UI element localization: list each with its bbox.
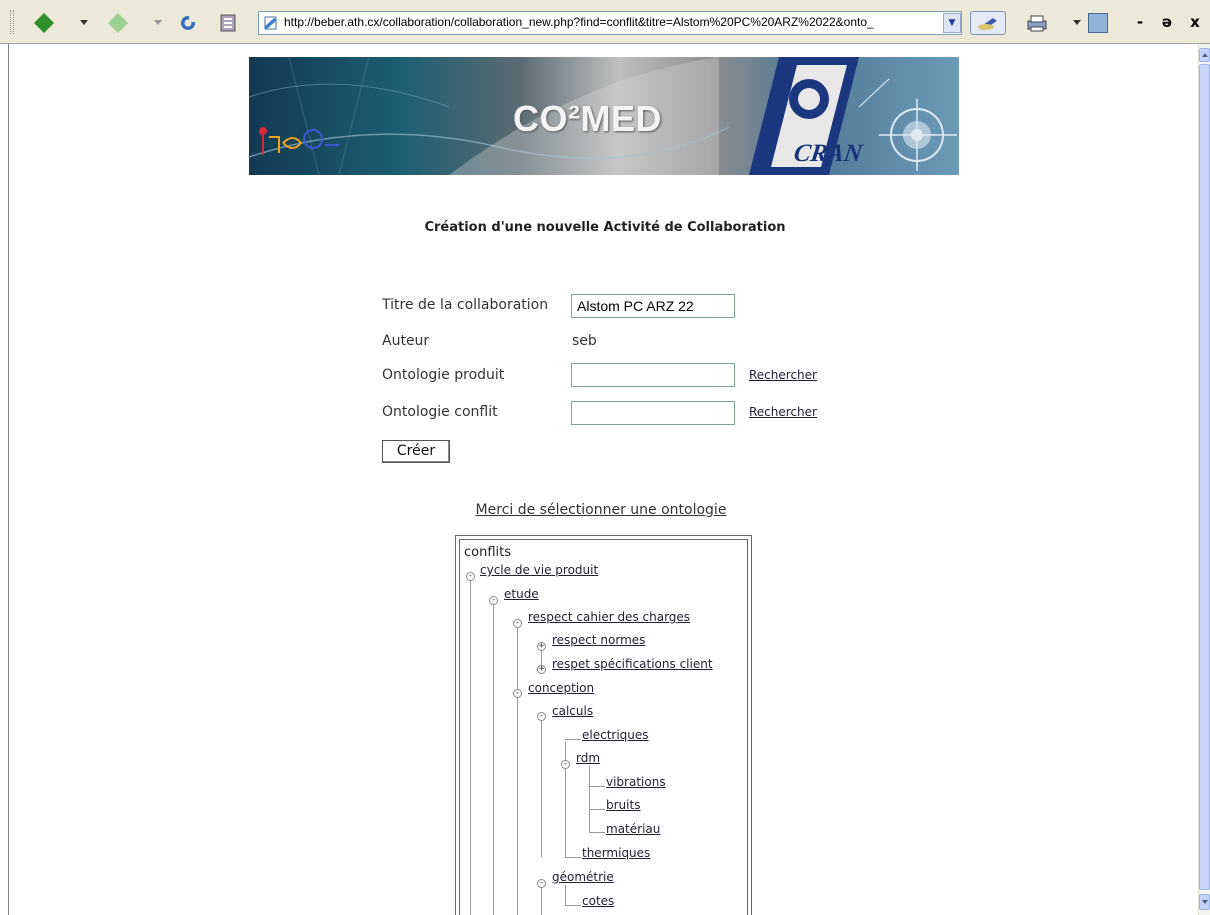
forward-icon[interactable]	[108, 13, 128, 33]
collapse-toggle-icon[interactable]: -	[513, 689, 522, 698]
ontologie-produit-input[interactable]	[571, 363, 735, 387]
expand-toggle-icon[interactable]: +	[537, 642, 546, 651]
tree-line	[589, 809, 605, 810]
address-bar[interactable]: http://beber.ath.cx/collaboration/collab…	[258, 11, 962, 35]
tree-line	[565, 739, 581, 740]
tree-line	[517, 625, 518, 692]
creer-button[interactable]: Créer	[382, 440, 450, 463]
tree-node-respect-normes[interactable]: respect normes	[552, 633, 645, 647]
page-title: Création d'une nouvelle Activité de Coll…	[424, 220, 786, 235]
site-banner: CO²MED CRAN	[249, 57, 959, 175]
tree-line	[565, 885, 566, 905]
tree-line	[565, 857, 581, 858]
address-url: http://beber.ath.cx/collaboration/collab…	[284, 15, 874, 29]
titre-input[interactable]: Alstom PC ARZ 22	[571, 294, 735, 318]
restore-button[interactable]: ə	[1160, 13, 1174, 31]
scroll-up-button[interactable]	[1199, 48, 1210, 62]
tree-node-respect-cahier-des-charges[interactable]: respect cahier des charges	[528, 610, 690, 624]
collapse-toggle-icon[interactable]: -	[537, 712, 546, 721]
tree-node-calculs[interactable]: calculs	[552, 704, 593, 718]
auteur-label: Auteur	[382, 333, 430, 349]
tree-node-thermiques[interactable]: thermiques	[582, 846, 650, 860]
tree-node-respet-specifications-client[interactable]: respet spécifications client	[552, 657, 713, 671]
banner-title: CO²MED	[513, 98, 662, 139]
history-icon[interactable]	[218, 13, 238, 33]
tree-line	[589, 832, 605, 833]
tree-node-materiau[interactable]: matériau	[606, 822, 660, 836]
collapse-toggle-icon[interactable]: -	[489, 596, 498, 605]
minimize-button[interactable]: -	[1133, 13, 1147, 31]
print-icon[interactable]	[1026, 13, 1047, 33]
auteur-value: seb	[572, 333, 597, 349]
select-ontology-link[interactable]: Merci de sélectionner une ontologie	[0, 502, 1202, 518]
ontologie-conflit-input[interactable]	[571, 401, 735, 425]
tree-line	[493, 602, 494, 915]
cran-logo: CRAN	[792, 140, 865, 167]
close-button[interactable]: x	[1188, 13, 1202, 31]
messenger-icon[interactable]	[1088, 13, 1108, 33]
rechercher-conflit-link[interactable]: Rechercher	[749, 405, 817, 419]
address-dropdown-icon[interactable]: ▼	[943, 13, 961, 33]
browser-toolbar: http://beber.ath.cx/collaboration/collab…	[0, 0, 1210, 44]
vertical-scrollbar[interactable]	[1198, 44, 1210, 915]
scroll-thumb[interactable]	[1199, 64, 1210, 890]
tree-node-rdm[interactable]: rdm	[576, 751, 600, 765]
back-icon[interactable]	[34, 13, 54, 33]
collapse-toggle-icon[interactable]: -	[561, 760, 570, 769]
forward-dropdown-icon[interactable]	[154, 20, 162, 25]
tree-node-conception[interactable]: conception	[528, 681, 594, 695]
collapse-toggle-icon[interactable]: -	[466, 572, 475, 581]
ontologie-produit-label: Ontologie produit	[382, 367, 505, 383]
tree-line	[517, 695, 518, 915]
toolbar-grip	[10, 10, 14, 34]
tree-node-vibrations[interactable]: vibrations	[606, 775, 666, 789]
tree-node-bruits[interactable]: bruits	[606, 798, 640, 812]
ontologie-conflit-label: Ontologie conflit	[382, 404, 498, 420]
edit-icon[interactable]	[970, 11, 1006, 35]
tree-line	[589, 786, 605, 787]
print-dropdown-icon[interactable]	[1073, 20, 1081, 25]
tree-node-etude[interactable]: etude	[504, 587, 539, 601]
refresh-icon[interactable]	[178, 13, 198, 33]
scroll-down-button[interactable]	[1199, 894, 1210, 910]
tree-node-cycle-de-vie-produit[interactable]: cycle de vie produit	[480, 563, 598, 577]
collapse-toggle-icon[interactable]: -	[537, 879, 546, 888]
tree-line	[589, 766, 590, 832]
titre-label: Titre de la collaboration	[382, 297, 549, 313]
expand-toggle-icon[interactable]: +	[537, 665, 546, 674]
tree-node-electriques[interactable]: electriques	[582, 728, 649, 742]
tree-line	[470, 578, 471, 915]
rechercher-produit-link[interactable]: Rechercher	[749, 368, 817, 382]
page-frame-border	[8, 44, 9, 915]
tree-line	[541, 885, 542, 915]
tree-line	[565, 905, 581, 906]
back-dropdown-icon[interactable]	[80, 20, 88, 25]
collapse-toggle-icon[interactable]: -	[513, 619, 522, 628]
tree-node-geometrie[interactable]: géométrie	[552, 870, 614, 884]
tree-root-label: conflits	[464, 545, 512, 560]
page-icon	[262, 15, 280, 31]
tree-line	[541, 718, 542, 857]
tree-node-cotes[interactable]: cotes	[582, 894, 614, 908]
